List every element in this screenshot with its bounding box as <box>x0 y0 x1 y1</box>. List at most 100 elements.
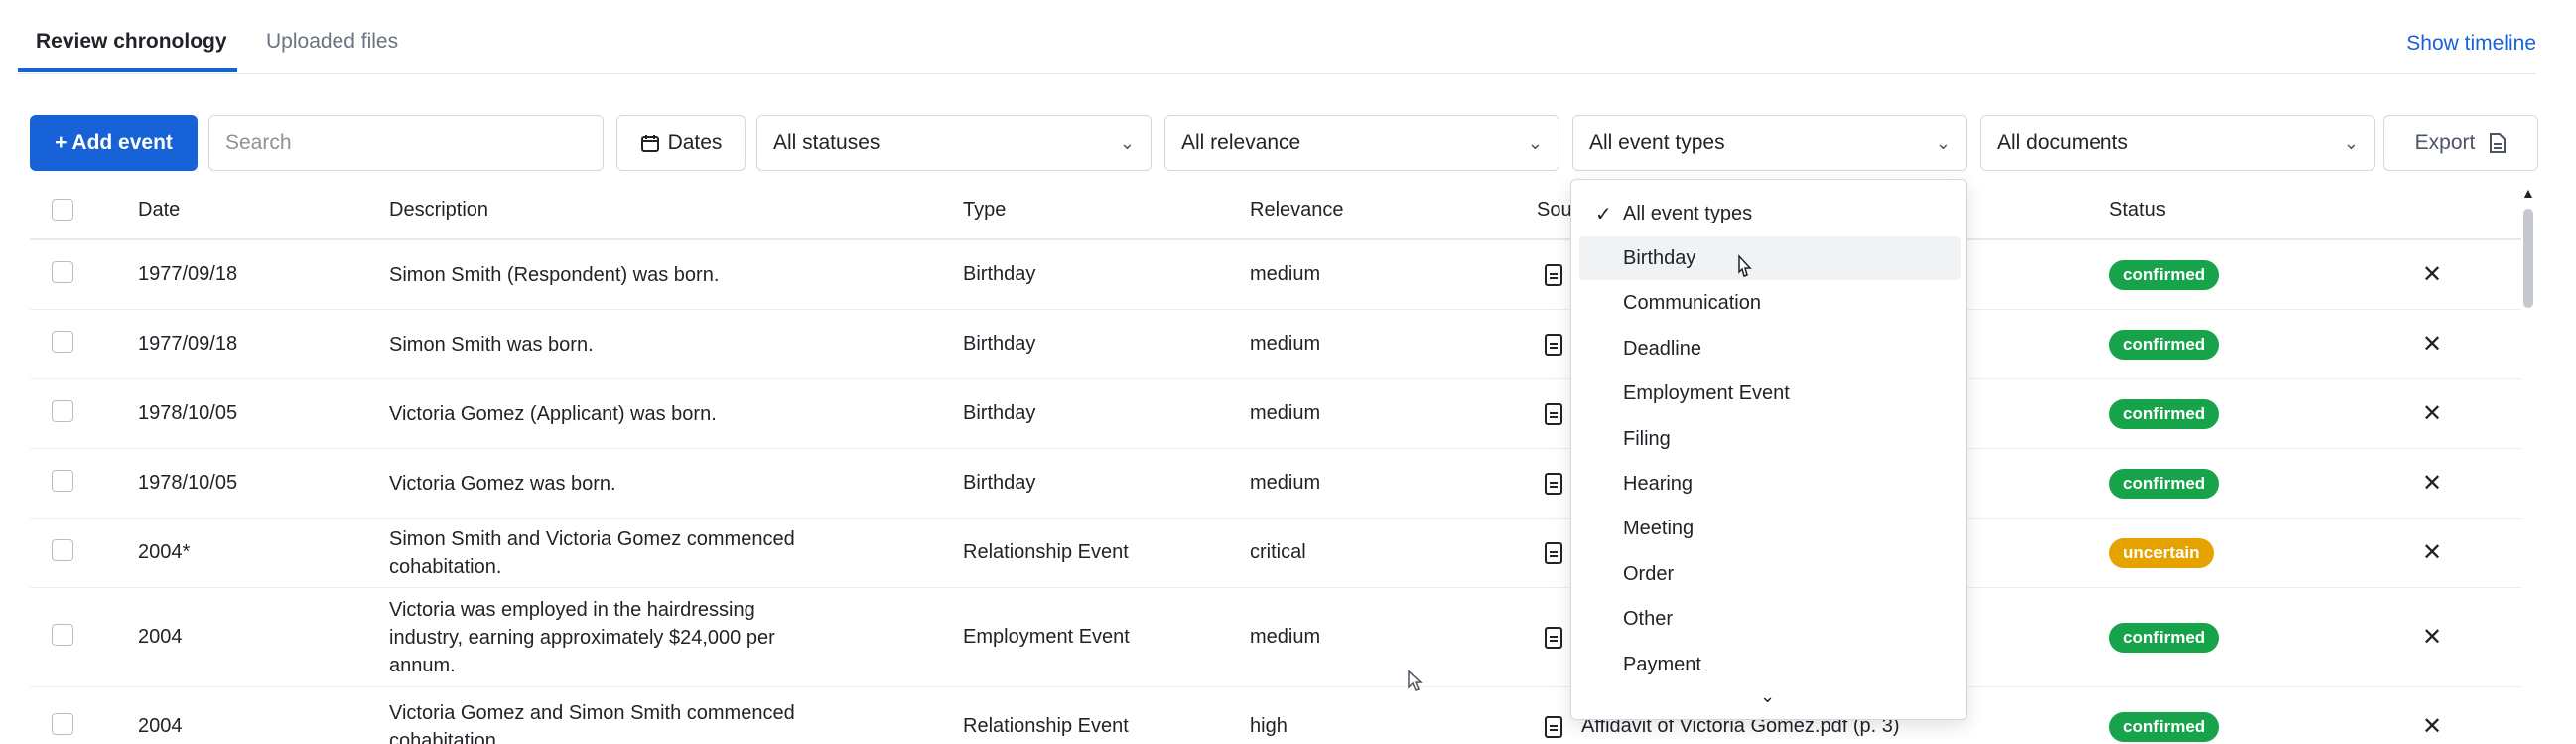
tab-review-chronology[interactable]: Review chronology <box>36 30 227 54</box>
table-header: Date Description Type Relevance Sou Stat… <box>30 179 2521 240</box>
source-document-icon[interactable] <box>1545 473 1562 495</box>
row-date: 2004 <box>138 715 183 737</box>
dropdown-option-label: Hearing <box>1623 472 1694 495</box>
delete-row-icon[interactable]: ✕ <box>2422 260 2442 289</box>
row-description-line: Victoria Gomez and Simon Smith commenced <box>389 702 795 724</box>
dropdown-option[interactable]: Birthday <box>1579 236 1961 281</box>
row-description: Victoria was employed in the hairdressin… <box>389 596 846 679</box>
row-description-line: Victoria was employed in the hairdressin… <box>389 599 755 621</box>
table-row[interactable]: 1977/09/18 Birthday medium Simon Smith (Res… <box>30 240 2521 310</box>
dropdown-option[interactable]: Meeting <box>1579 508 1961 551</box>
row-relevance: medium <box>1250 333 1321 355</box>
row-date: 2004* <box>138 541 191 563</box>
dropdown-option[interactable]: Employment Event <box>1579 372 1961 416</box>
row-description-line: cohabitation. <box>389 730 502 744</box>
source-document-icon[interactable] <box>1545 716 1562 738</box>
delete-row-icon[interactable]: ✕ <box>2422 623 2442 652</box>
table-row[interactable]: 2004 Relationship Event high Victoria Gomez… <box>30 687 2521 744</box>
tab-uploaded-files[interactable]: Uploaded files <box>266 30 398 54</box>
row-type: Employment Event <box>963 626 1130 648</box>
source-document-icon[interactable] <box>1545 264 1562 286</box>
dates-label: Dates <box>667 131 723 154</box>
row-description: Victoria Gomez was born. <box>389 470 846 498</box>
status-badge: confirmed <box>2109 712 2220 742</box>
row-description: Simon Smith was born. <box>389 331 846 359</box>
show-timeline-link[interactable]: Show timeline <box>2406 32 2536 56</box>
chevron-down-icon[interactable]: ⌄ <box>1760 686 1775 707</box>
search-field[interactable] <box>208 115 604 171</box>
source-document-icon[interactable] <box>1545 334 1562 356</box>
source-document-icon[interactable] <box>1545 627 1562 649</box>
row-checkbox[interactable] <box>52 261 73 283</box>
delete-row-icon[interactable]: ✕ <box>2422 469 2442 498</box>
dropdown-option-label: Filing <box>1623 427 1671 450</box>
row-relevance: medium <box>1250 263 1321 285</box>
export-button[interactable]: Export <box>2383 115 2538 171</box>
calendar-icon <box>640 135 659 152</box>
row-description-line: Simon Smith was born. <box>389 334 594 356</box>
delete-row-icon[interactable]: ✕ <box>2422 399 2442 428</box>
table-row[interactable]: 2004* Relationship Event critical Simon Smi… <box>30 519 2521 588</box>
source-document-icon[interactable] <box>1545 542 1562 564</box>
table-row[interactable]: 1977/09/18 Birthday medium Simon Smith was … <box>30 310 2521 379</box>
status-select[interactable]: All statuses ⌄ <box>756 115 1152 171</box>
table-scrollbar[interactable]: ▲ <box>2521 185 2535 744</box>
delete-row-icon[interactable]: ✕ <box>2422 330 2442 359</box>
dropdown-option[interactable]: ✓ All event types <box>1579 192 1961 235</box>
search-input[interactable] <box>225 131 587 155</box>
column-header-type[interactable]: Type <box>963 199 1006 222</box>
dropdown-option[interactable]: Communication <box>1579 282 1961 326</box>
row-description-line: Victoria Gomez (Applicant) was born. <box>389 403 717 425</box>
event-type-select-value: All event types <box>1589 131 1725 154</box>
row-description-line: Victoria Gomez was born. <box>389 473 616 495</box>
chevron-down-icon: ⌄ <box>1935 132 1951 153</box>
column-header-description[interactable]: Description <box>389 199 488 222</box>
row-relevance: medium <box>1250 402 1321 424</box>
row-date: 1977/09/18 <box>138 333 238 355</box>
dropdown-option-label: Birthday <box>1623 246 1696 269</box>
add-event-button[interactable]: + Add event <box>30 115 198 171</box>
row-type: Birthday <box>963 263 1036 285</box>
scroll-thumb[interactable] <box>2523 209 2533 308</box>
dropdown-option[interactable]: Other <box>1579 598 1961 642</box>
dropdown-option-label: Employment Event <box>1623 382 1790 405</box>
dropdown-option[interactable]: Order <box>1579 552 1961 596</box>
dropdown-option-label: Meeting <box>1623 518 1695 540</box>
dropdown-option[interactable]: Filing <box>1579 417 1961 461</box>
column-header-relevance[interactable]: Relevance <box>1250 199 1344 222</box>
chevron-down-icon: ⌄ <box>2343 132 2359 153</box>
row-checkbox[interactable] <box>52 539 73 561</box>
row-checkbox[interactable] <box>52 470 73 492</box>
table-row[interactable]: 1978/10/05 Birthday medium Victoria Gomez (… <box>30 379 2521 449</box>
source-document-icon[interactable] <box>1545 403 1562 425</box>
row-description-line: Simon Smith and Victoria Gomez commenced <box>389 528 795 550</box>
dates-button[interactable]: Dates <box>616 115 746 171</box>
delete-row-icon[interactable]: ✕ <box>2422 538 2442 567</box>
delete-row-icon[interactable]: ✕ <box>2422 712 2442 741</box>
dropdown-option[interactable]: Deadline <box>1579 327 1961 371</box>
dropdown-option-label: Payment <box>1623 653 1701 675</box>
column-header-date[interactable]: Date <box>138 199 180 222</box>
table-row[interactable]: 1978/10/05 Birthday medium Victoria Gomez w… <box>30 449 2521 519</box>
table-row[interactable]: 2004 Employment Event medium Victoria was e… <box>30 588 2521 687</box>
select-all-checkbox[interactable] <box>52 199 73 221</box>
row-checkbox[interactable] <box>52 331 73 353</box>
dropdown-option[interactable]: Payment <box>1579 643 1961 686</box>
chevron-down-icon: ⌄ <box>1119 132 1135 153</box>
dropdown-option[interactable]: Hearing <box>1579 462 1961 506</box>
event-type-select[interactable]: All event types ⌄ <box>1572 115 1967 171</box>
column-header-status[interactable]: Status <box>2109 199 2166 222</box>
documents-select[interactable]: All documents ⌄ <box>1980 115 2375 171</box>
documents-select-value: All documents <box>1997 131 2128 154</box>
column-header-source[interactable]: Sou <box>1537 199 1572 222</box>
relevance-select[interactable]: All relevance ⌄ <box>1164 115 1559 171</box>
row-checkbox[interactable] <box>52 400 73 422</box>
row-checkbox[interactable] <box>52 713 73 735</box>
row-checkbox[interactable] <box>52 624 73 646</box>
row-date: 1978/10/05 <box>138 402 238 424</box>
status-badge: confirmed <box>2109 623 2220 653</box>
row-description: Simon Smith and Victoria Gomez commenced… <box>389 525 846 581</box>
scroll-up-icon[interactable]: ▲ <box>2521 185 2535 201</box>
dropdown-option-label: Order <box>1623 562 1675 585</box>
row-date: 2004 <box>138 626 183 648</box>
